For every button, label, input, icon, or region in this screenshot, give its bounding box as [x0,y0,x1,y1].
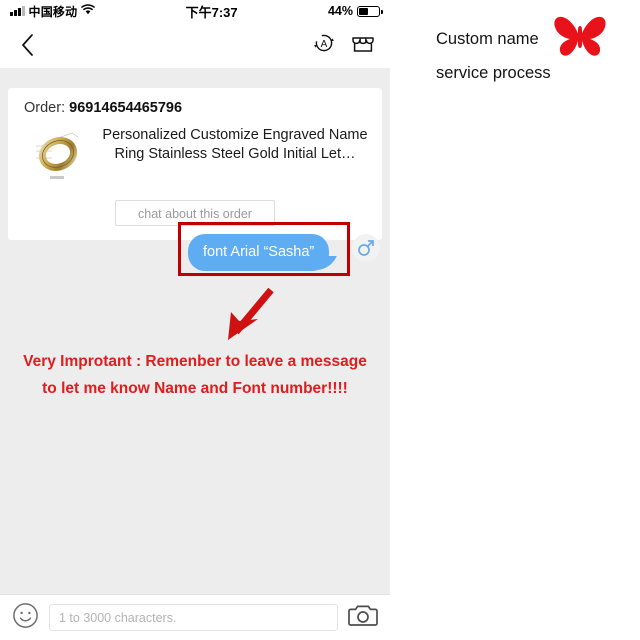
red-butterfly-icon [552,14,608,63]
chat-message-row: font Arial “Sasha” [0,222,390,278]
phone-chat-panel: 中国移动 下午7:37 44% A Order: 96914654465796 … [0,0,390,640]
translate-a-icon[interactable]: A [312,31,336,60]
order-card[interactable]: Order: 96914654465796 Personalized Custo… [8,88,382,240]
storefront-icon[interactable] [350,31,376,60]
red-down-left-arrow-icon [218,287,278,351]
male-mars-symbol-icon [358,240,374,256]
warning-line-1: Very Improtant : Remenber to leave a mes… [23,353,367,370]
camera-icon[interactable] [348,603,378,633]
order-number: 96914654465796 [69,100,183,116]
smiley-face-icon[interactable] [12,602,39,634]
order-body: Personalized Customize Engraved Name Rin… [22,124,368,190]
order-label: Order: [24,100,66,116]
svg-text:A: A [321,39,328,50]
order-title: Personalized Customize Engraved Name Rin… [102,127,368,162]
battery-percent-label: 44% [327,4,353,18]
wifi-icon [81,4,96,18]
search-input[interactable] [49,604,338,631]
warning-line-2: to let me know Name and Font number!!!! [42,380,348,397]
message-input-bar [0,594,390,640]
nav-bar-actions: A [312,31,376,60]
battery-icon [357,5,383,17]
order-number-row: Order: 96914654465796 [24,100,368,116]
status-bar-clock: 下午7:37 [185,4,238,20]
gold-ring-product-image[interactable] [22,124,94,190]
status-bar-left: 中国移动 [10,3,96,20]
status-bar: 中国移动 下午7:37 44% [0,0,390,22]
service-process-panel: Custom name service process 1 Complete t… [390,0,640,640]
warning-text: Very Improtant : Remenber to leave a mes… [0,348,390,402]
back-button[interactable] [14,32,40,58]
chevron-left-icon [21,34,33,56]
carrier-label: 中国移动 [28,4,78,19]
avatar[interactable] [352,234,380,262]
cellular-signal-icon [10,6,25,16]
chat-bubble-outgoing[interactable]: font Arial “Sasha” [188,234,330,271]
status-bar-right: 44% [327,4,383,18]
nav-bar: A [0,22,390,68]
screenshot-root: 中国移动 下午7:37 44% A Order: 96914654465796 … [0,0,640,640]
